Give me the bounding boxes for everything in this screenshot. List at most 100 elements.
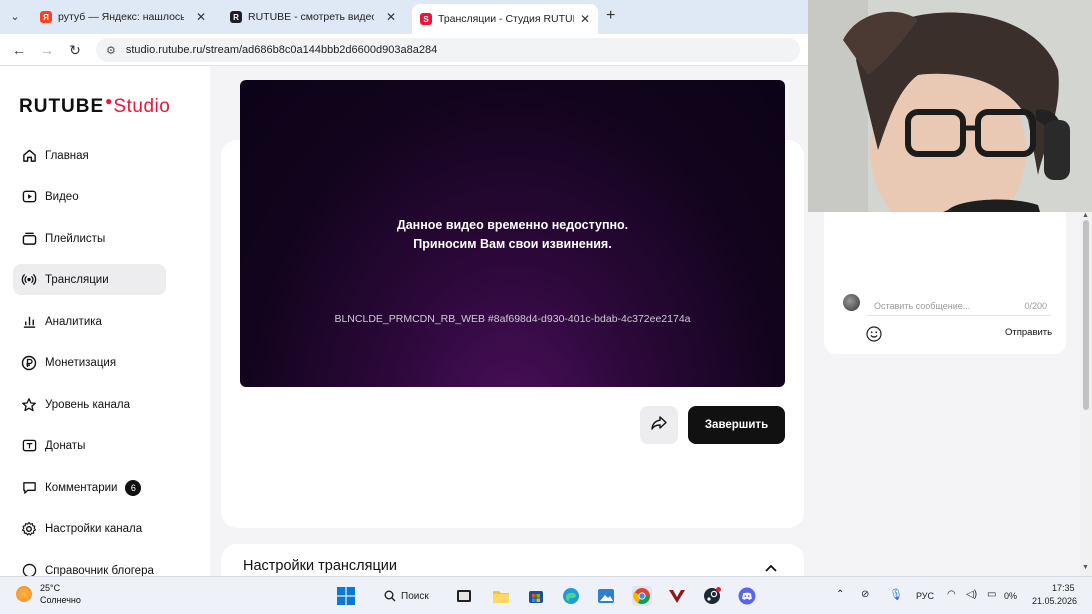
reload-icon[interactable]: ↻: [67, 42, 83, 59]
share-icon: [650, 415, 668, 436]
unavailable-message-line1: Данное видео временно недоступно.: [396, 218, 629, 232]
sidebar-item-playlists[interactable]: Плейлисты: [13, 223, 166, 254]
sidebar-item-channel-level[interactable]: Уровень канала: [13, 389, 166, 420]
new-tab-plus-icon[interactable]: +: [606, 7, 615, 25]
microsoft-store-icon[interactable]: [526, 586, 546, 606]
sidebar-item-label: Настройки канала: [45, 522, 143, 535]
weather-widget[interactable]: 25°C Солнечно: [16, 582, 81, 606]
sidebar-item-channel-settings[interactable]: Настройки канала: [13, 513, 166, 544]
tab-title: рутуб — Яндекс: нашлось 5 тыс: [58, 11, 184, 23]
share-button[interactable]: [640, 406, 678, 444]
sidebar-item-video[interactable]: Видео: [13, 181, 166, 212]
battery-percent: 0%: [1004, 591, 1018, 601]
sidebar-item-monetization[interactable]: Монетизация: [13, 347, 166, 378]
task-view-icon[interactable]: [454, 586, 474, 606]
sidebar-item-label: Видео: [45, 190, 79, 203]
rutube-studio-logo[interactable]: RUTUBE●Studio: [19, 94, 171, 118]
url-field[interactable]: ⚙ studio.rutube.ru/stream/ad686b8c0a144b…: [96, 38, 800, 62]
broadcast-icon: [20, 271, 38, 289]
close-tab-icon[interactable]: ✕: [380, 10, 396, 24]
microphone-icon[interactable]: 🎙︎: [889, 588, 903, 601]
user-avatar: [843, 294, 860, 311]
video-icon: [20, 188, 38, 206]
steam-app-icon[interactable]: [702, 586, 722, 606]
chat-message-input[interactable]: Оставить сообщение... 0/200: [867, 296, 1051, 316]
sidebar-item-label: Комментарии: [45, 481, 118, 494]
chat-char-counter: 0/200: [1024, 300, 1047, 311]
windows-start-icon[interactable]: [336, 586, 356, 606]
sidebar-item-donations[interactable]: Донаты: [13, 430, 166, 461]
weather-temp: 25°C: [40, 583, 61, 593]
chevron-up-icon[interactable]: [764, 560, 778, 576]
close-tab-icon[interactable]: ✕: [190, 10, 206, 24]
sidebar-item-analytics[interactable]: Аналитика: [13, 306, 166, 337]
wifi-icon[interactable]: ◠: [947, 589, 956, 600]
page-scrollbar[interactable]: ▲ ▼: [1080, 212, 1092, 576]
close-tab-icon[interactable]: ✕: [574, 12, 590, 26]
scroll-down-icon[interactable]: ▼: [1082, 564, 1089, 571]
photos-app-icon[interactable]: [596, 586, 616, 606]
logo-product: Studio: [113, 96, 171, 117]
back-arrow-icon[interactable]: ←: [11, 42, 27, 58]
forward-arrow-icon[interactable]: →: [39, 42, 55, 58]
tab-search-button[interactable]: ⌄: [6, 8, 24, 26]
stream-settings-title: Настройки трансляции: [243, 558, 397, 574]
stream-settings-card[interactable]: Настройки трансляции: [221, 544, 804, 576]
video-player[interactable]: Данное видео временно недоступно. Принос…: [240, 80, 785, 387]
sidebar-item-broadcasts[interactable]: Трансляции: [13, 264, 166, 295]
discord-app-icon[interactable]: [737, 586, 757, 606]
help-icon: [20, 562, 38, 576]
sidebar-item-label: Главная: [45, 149, 89, 162]
rutube-favicon-icon: R: [230, 11, 242, 23]
sidebar-item-home[interactable]: Главная: [13, 140, 166, 171]
tray-overflow-chevron-icon[interactable]: ⌃: [836, 589, 844, 600]
scrollbar-thumb[interactable]: [1083, 220, 1089, 410]
windows-taskbar: 25°C Солнечно Поиск ⌃ ⊘ 🎙︎ РУС ◠ ◁) ▭ 0%…: [0, 576, 1092, 614]
sidebar-item-label: Монетизация: [45, 356, 117, 369]
chat-input-placeholder: Оставить сообщение...: [874, 300, 971, 311]
sidebar-item-label: Донаты: [45, 439, 86, 452]
battery-icon[interactable]: ▭: [987, 589, 996, 600]
studio-favicon-icon: S: [420, 13, 432, 25]
finish-stream-button[interactable]: Завершить: [688, 406, 785, 444]
search-icon: [384, 590, 396, 602]
logo-brand: RUTUBE: [19, 96, 105, 117]
sidebar-item-label: Плейлисты: [45, 232, 106, 245]
scroll-up-icon[interactable]: ▲: [1082, 212, 1089, 219]
input-language[interactable]: РУС: [916, 591, 934, 601]
weather-desc: Солнечно: [40, 595, 81, 605]
emoji-icon[interactable]: [865, 325, 883, 343]
unavailable-message: Данное видео временно недоступно. Принос…: [240, 216, 785, 254]
taskbar-search[interactable]: Поиск: [375, 584, 441, 608]
clock-date[interactable]: 21.05.2026: [1032, 596, 1077, 606]
webcam-overlay: [808, 0, 1092, 212]
network-off-icon[interactable]: ⊘: [861, 589, 869, 600]
browser-tab-studio[interactable]: S Трансляции - Студия RUTUBE ✕: [412, 4, 598, 34]
browser-tab-rutube[interactable]: R RUTUBE - смотреть видео онлайн ✕: [222, 6, 404, 28]
unavailable-message-line2: Приносим Вам свои извинения.: [413, 237, 612, 251]
donate-icon: [20, 437, 38, 455]
sidebar: RUTUBE●Studio Главная Видео Плейлисты Тр…: [0, 66, 210, 576]
search-label: Поиск: [401, 590, 429, 602]
tab-title: RUTUBE - смотреть видео онлайн: [248, 11, 374, 23]
playlist-icon: [20, 230, 38, 248]
volume-icon[interactable]: ◁): [966, 589, 977, 600]
browser-tab-yandex[interactable]: Я рутуб — Яндекс: нашлось 5 тыс ✕: [32, 6, 214, 28]
webcam-person-image: [808, 0, 1092, 212]
chrome-browser-icon[interactable]: [632, 586, 652, 606]
site-info-icon[interactable]: ⚙: [106, 44, 116, 57]
clock-time[interactable]: 17:35: [1052, 583, 1075, 593]
sidebar-item-label: Справочник блогера: [45, 564, 154, 577]
tab-title: Трансляции - Студия RUTUBE: [438, 13, 574, 25]
logo-dot-icon: ●: [105, 94, 114, 108]
game-launcher-icon[interactable]: [667, 586, 687, 606]
file-explorer-icon[interactable]: [491, 586, 511, 606]
edge-browser-icon[interactable]: [561, 586, 581, 606]
sidebar-item-comments[interactable]: Комментарии 6: [13, 472, 166, 503]
sidebar-item-blogger-guide[interactable]: Справочник блогера: [13, 555, 166, 576]
error-code: BLNCLDE_PRMCDN_RB_WEB #8af698d4-d930-401…: [334, 313, 691, 325]
send-message-button[interactable]: Отправить: [1005, 327, 1052, 338]
star-icon: [20, 396, 38, 414]
url-text: studio.rutube.ru/stream/ad686b8c0a144bbb…: [125, 44, 438, 56]
sidebar-item-label: Трансляции: [45, 273, 109, 286]
